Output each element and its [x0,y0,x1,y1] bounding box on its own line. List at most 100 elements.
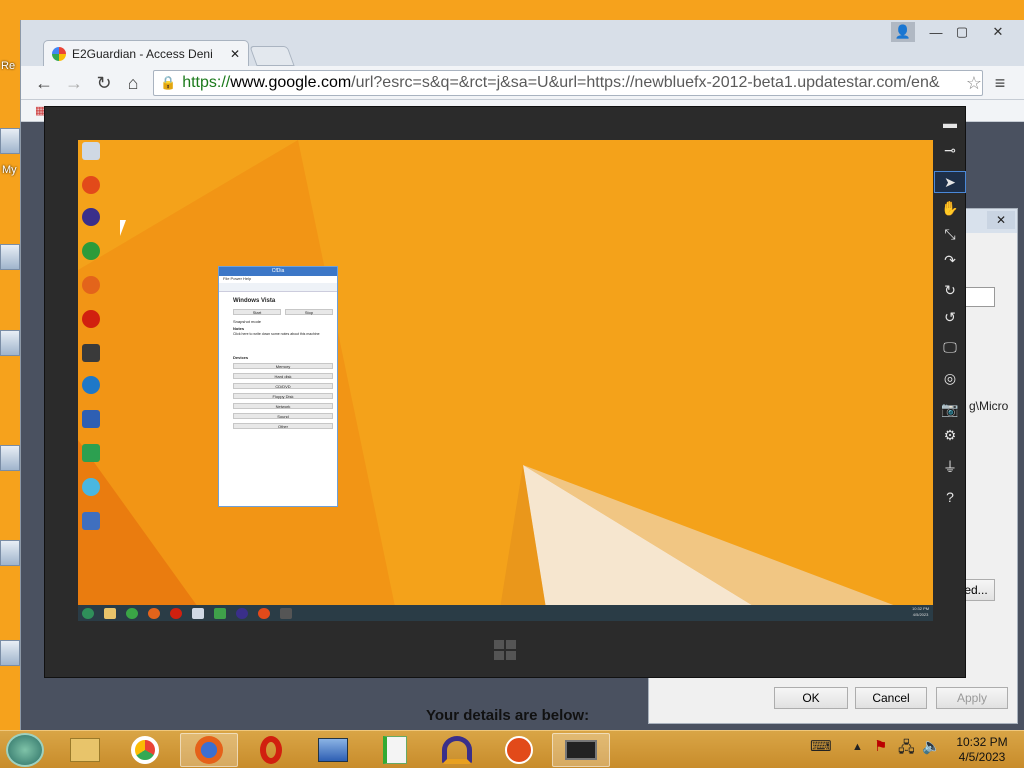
dialog-close-icon[interactable]: ✕ [987,211,1015,229]
display-icon[interactable] [82,512,100,530]
app-icon[interactable] [82,176,100,194]
taskbar-app[interactable] [490,733,548,767]
desktop-icon[interactable] [0,128,20,154]
vm-firefox-icon[interactable] [148,607,160,619]
chart-app-icon [383,736,407,764]
ie-icon[interactable] [82,376,100,394]
headphones-icon [442,736,472,764]
rotate-right-icon[interactable]: ↻ [934,279,966,301]
gear-icon[interactable]: ⚙ [934,424,966,446]
star-icon[interactable]: ☆ [961,70,987,96]
computer-icon[interactable] [82,410,100,428]
vm-headphones-icon[interactable] [236,607,248,619]
opera-icon[interactable] [82,310,100,328]
notes-hint[interactable]: Click here to write down some notes abou… [233,332,337,336]
monitor-icon[interactable]: 🖵 [934,336,966,358]
recycle-bin-icon[interactable] [82,142,100,160]
device-floppy[interactable]: Floppy Disk [233,393,333,399]
home-icon[interactable]: ⌂ [120,70,146,96]
vm-chart-icon[interactable] [214,607,226,619]
desktop-icon[interactable] [0,244,20,270]
show-hidden-icons[interactable]: ▲ [852,741,863,753]
desktop-icon[interactable] [0,445,20,471]
device-network[interactable]: Network [233,403,333,409]
device-hard-disk[interactable]: Hard disk [233,373,333,379]
reload-icon[interactable]: ↻ [91,70,117,96]
hand-icon[interactable]: ✋ [934,197,966,219]
globe-icon[interactable]: ◎ [934,367,966,389]
clock-time: 10:32 PM [956,735,1008,749]
device-sound[interactable]: Sound [233,413,333,419]
rotate-left-icon[interactable]: ↺ [934,306,966,328]
close-button[interactable]: ✕ [987,22,1009,42]
firefox-icon[interactable] [82,276,100,294]
taskbar-opera[interactable] [242,733,300,767]
windows-logo-icon[interactable] [494,640,516,660]
vm-chrome-icon[interactable] [126,607,138,619]
start-button[interactable]: Start [233,309,281,315]
device-other[interactable]: Other [233,423,333,429]
chrome-icon[interactable] [82,242,100,260]
profile-icon[interactable]: 👤 [891,22,915,42]
taskbar-computer[interactable] [304,733,362,767]
desktop-icon[interactable] [0,540,20,566]
forward-icon[interactable]: → [61,70,87,96]
cancel-button[interactable]: Cancel [855,687,927,709]
maximize-button[interactable]: ▢ [951,22,973,42]
help-icon[interactable]: ? [934,486,966,508]
tab-close-icon[interactable]: ✕ [230,47,240,61]
taskbar-vm-viewer[interactable] [552,733,610,767]
network-icon[interactable]: 🖧 [898,737,915,762]
taskbar-chrome[interactable] [116,733,174,767]
vm-app-icon[interactable] [258,607,270,619]
back-icon[interactable]: ← [31,70,57,96]
ok-button[interactable]: OK [774,687,848,709]
vm-opera-icon[interactable] [170,607,182,619]
stop-button[interactable]: Stop [285,309,333,315]
pin-icon[interactable]: ⊸ [934,139,966,161]
new-tab-button[interactable] [249,46,295,66]
minecraft-icon[interactable] [82,344,100,362]
resize-icon[interactable]: ⤡ [934,223,966,245]
vm-viewer-icon[interactable] [280,607,292,619]
flag-icon[interactable]: ⚑ [874,737,887,755]
desktop-icon[interactable] [0,330,20,356]
opera-icon [260,736,282,764]
joystick-icon[interactable]: ⏚ [934,456,966,478]
headphones-icon[interactable] [82,208,100,226]
network-icon[interactable] [82,478,100,496]
firefox-icon [195,736,223,764]
apply-button[interactable]: Apply [936,687,1008,709]
keyboard-icon[interactable]: ⌨ [810,737,832,755]
taskbar-chart-app[interactable] [366,733,424,767]
config-menu[interactable]: File Power Help [219,276,337,283]
device-memory[interactable]: Memory [233,363,333,369]
pointer-icon[interactable]: ➤ [934,171,966,193]
vm-screen[interactable]: CfDia File Power Help Windows Vista Star… [78,140,933,621]
vm-start-icon[interactable] [82,607,94,619]
minimize-button[interactable]: — [925,22,947,42]
start-button[interactable] [6,733,44,767]
volume-icon[interactable]: 🔈 [922,737,941,755]
taskbar-headphones[interactable] [428,733,486,767]
minimize-icon[interactable]: ▬ [934,112,966,134]
snapshot-checkbox[interactable]: Snapshot mode [233,319,261,324]
vm-explorer-icon[interactable] [104,607,116,619]
wallpaper-shapes [78,140,933,621]
clock[interactable]: 10:32 PM 4/5/2023 [950,735,1014,765]
device-cd-dvd[interactable]: CD/DVD [233,383,333,389]
taskbar-explorer[interactable] [56,733,114,767]
taskbar: ⌨ ▲ ⚑ 🖧 🔈 10:32 PM 4/5/2023 [0,730,1024,768]
dialog-text: g\Micro [969,399,1009,413]
desktop-icon[interactable] [0,640,20,666]
rotate-icon[interactable]: ↷ [934,249,966,271]
menu-icon[interactable]: ≡ [987,70,1013,96]
tab-e2guardian[interactable]: E2Guardian - Access Deni ✕ [43,40,249,67]
vm-computer-icon[interactable] [192,607,204,619]
address-bar[interactable]: 🔒 https://www.google.com/url?esrc=s&q=&r… [153,70,983,96]
camera-icon[interactable]: 📷 [934,398,966,420]
config-window[interactable]: CfDia File Power Help Windows Vista Star… [218,266,338,507]
chart-app-icon[interactable] [82,444,100,462]
dialog-input[interactable] [965,287,995,307]
taskbar-firefox[interactable] [180,733,238,767]
